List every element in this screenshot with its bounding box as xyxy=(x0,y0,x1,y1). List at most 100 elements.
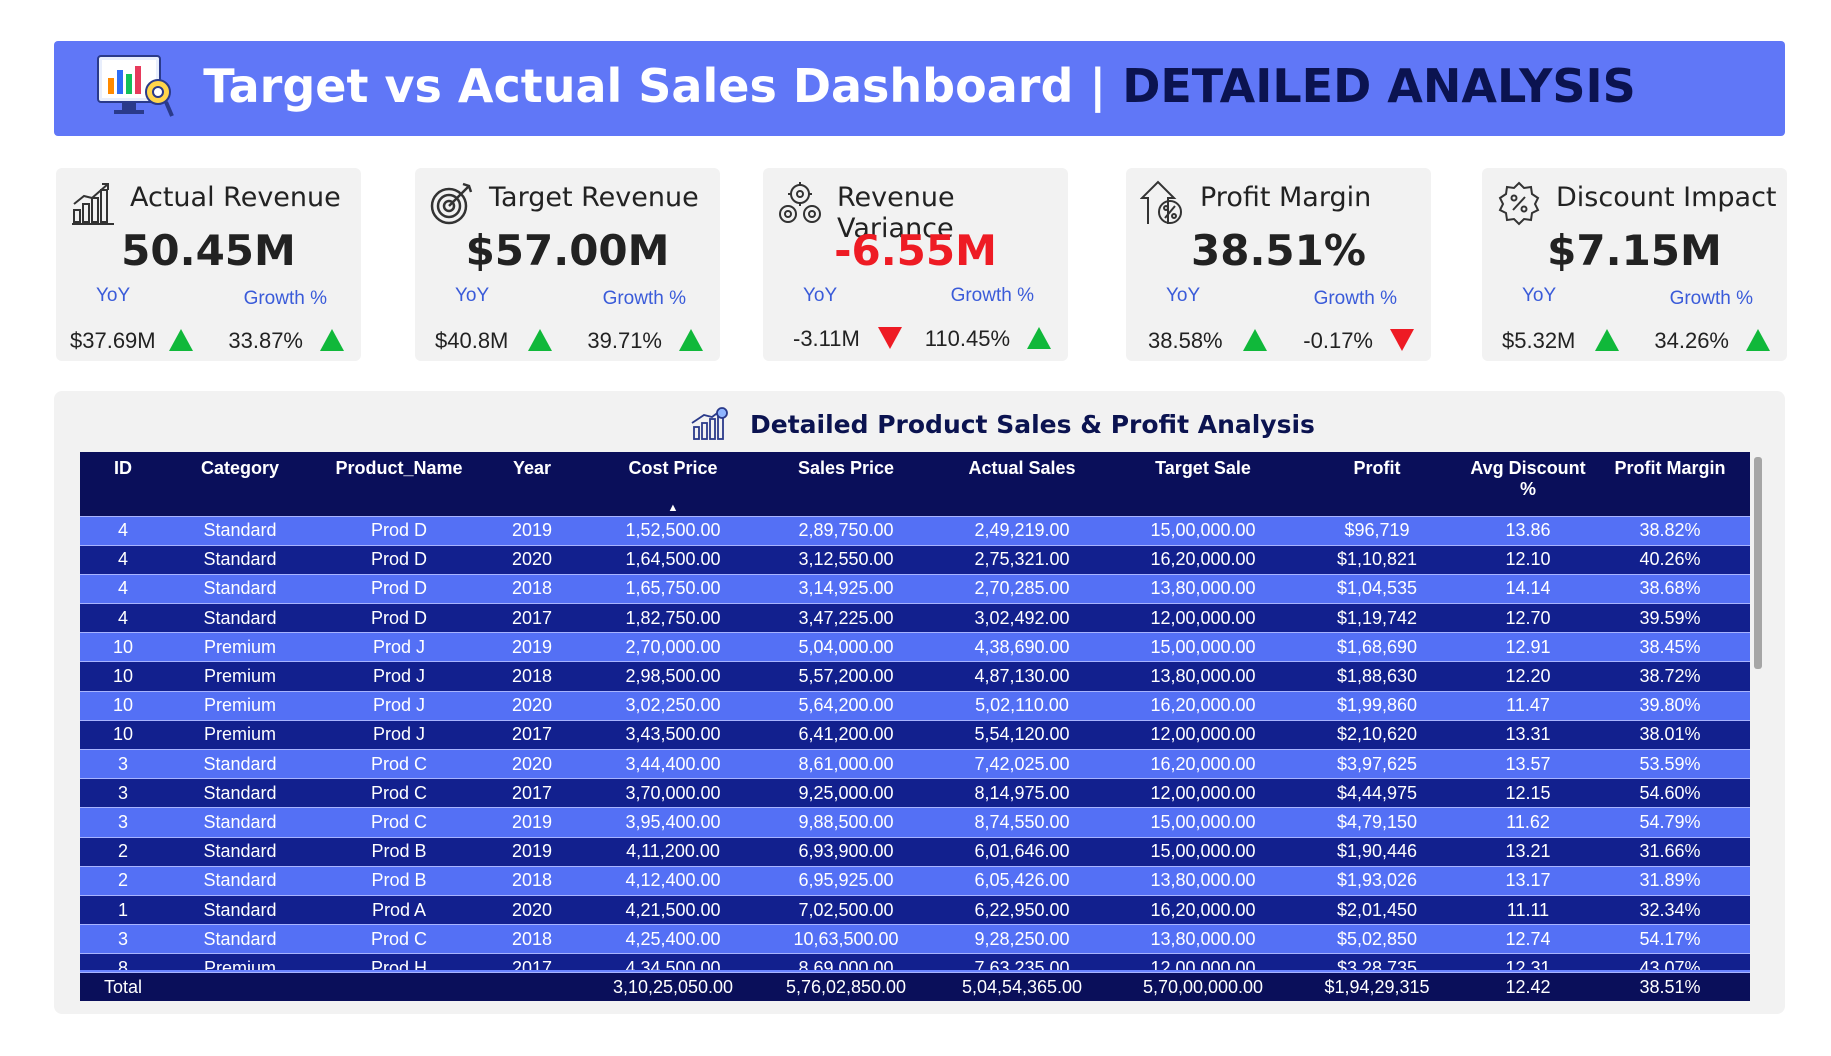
table-row[interactable]: 2 Standard Prod B 2019 4,11,200.00 6,93,900.0… xyxy=(80,836,1750,867)
kpi-card-discount-impact[interactable]: Discount Impact $7.15M YoY Growth % $5.3… xyxy=(1482,168,1787,361)
table-cell: Prod D xyxy=(314,515,484,546)
table-cell: Standard xyxy=(166,573,314,604)
column-header-label: Cost Price xyxy=(628,458,718,478)
table-cell: $1,19,742 xyxy=(1288,603,1466,633)
table-cell: 38.82% xyxy=(1590,515,1750,546)
table-row[interactable]: 4 Standard Prod D 2019 1,52,500.00 2,89,750.0… xyxy=(80,515,1750,546)
table-row[interactable]: 10 Premium Prod J 2018 2,98,500.00 5,57,200.0… xyxy=(80,661,1750,692)
kpi-card-revenue-variance[interactable]: Revenue Variance -6.55M YoY Growth % -3.… xyxy=(763,168,1068,361)
page-title: Target vs Actual Sales Dashboard | DETAI… xyxy=(54,59,1785,113)
table-row[interactable]: 10 Premium Prod J 2017 3,43,500.00 6,41,200.0… xyxy=(80,719,1750,750)
table-cell: 1 xyxy=(80,894,166,925)
table-cell: 10 xyxy=(80,719,166,750)
table-row[interactable]: 10 Premium Prod J 2020 3,02,250.00 5,64,200.0… xyxy=(80,690,1750,721)
table-cell: 2,70,000.00 xyxy=(580,632,766,662)
scrollbar-thumb[interactable] xyxy=(1754,457,1762,669)
table-cell: $1,99,860 xyxy=(1288,690,1466,721)
table-cell: Prod C xyxy=(314,778,484,808)
table-cell: Standard xyxy=(166,748,314,779)
table-cell: Standard xyxy=(166,778,314,808)
table-cell: Premium xyxy=(166,632,314,662)
column-header[interactable]: Avg Discount % xyxy=(1466,452,1590,516)
table-cell: 13,80,000.00 xyxy=(1118,924,1288,954)
column-header[interactable]: Sales Price xyxy=(766,452,926,516)
table-cell: 4,87,130.00 xyxy=(926,661,1118,692)
table-row[interactable]: 4 Standard Prod D 2018 1,65,750.00 3,14,925.0… xyxy=(80,573,1750,604)
table-cell: 13.21 xyxy=(1466,836,1590,867)
table-cell: Prod B xyxy=(314,836,484,867)
trend-up-icon xyxy=(169,329,193,351)
growth-value: 34.26% xyxy=(1654,328,1729,353)
table-row[interactable]: 3 Standard Prod C 2020 3,44,400.00 8,61,000.0… xyxy=(80,748,1750,779)
table-row[interactable]: 4 Standard Prod D 2017 1,82,750.00 3,47,225.0… xyxy=(80,603,1750,633)
column-header[interactable]: Year xyxy=(484,452,580,516)
table-cell: 3,43,500.00 xyxy=(580,719,766,750)
kpi-card-profit-margin[interactable]: Profit Margin 38.51% YoY Growth % 38.58%… xyxy=(1126,168,1431,361)
growth-label: Growth % xyxy=(602,288,686,309)
table-cell: Prod D xyxy=(314,573,484,604)
trend-up-icon xyxy=(679,329,703,351)
column-header-label: Product_Name xyxy=(335,458,463,478)
kpi-title: Target Revenue xyxy=(489,182,699,213)
yoy-label: YoY xyxy=(1522,285,1557,306)
column-header[interactable]: Category xyxy=(166,452,314,516)
table-cell: 14.14 xyxy=(1466,573,1590,604)
growth-value: 110.45% xyxy=(924,326,1010,351)
table-cell: 12.20 xyxy=(1466,661,1590,692)
column-header[interactable]: Profit Margin xyxy=(1590,452,1750,516)
table-row[interactable]: 3 Standard Prod C 2017 3,70,000.00 9,25,000.0… xyxy=(80,778,1750,808)
growth-value: 39.71% xyxy=(587,328,662,353)
table-cell: 3,47,225.00 xyxy=(766,603,926,633)
growth-label: Growth % xyxy=(1313,288,1397,309)
table-row[interactable]: 4 Standard Prod D 2020 1,64,500.00 3,12,550.0… xyxy=(80,544,1750,575)
table-cell: 8,61,000.00 xyxy=(766,748,926,779)
table-cell: 12.70 xyxy=(1466,603,1590,633)
table-cell: Standard xyxy=(166,603,314,633)
table-cell: 6,93,900.00 xyxy=(766,836,926,867)
sort-ascending-icon[interactable]: ▲ xyxy=(668,502,679,514)
table-cell: Standard xyxy=(166,924,314,954)
table-cell: $4,44,975 xyxy=(1288,778,1466,808)
column-header-label: Sales Price xyxy=(797,458,895,478)
total-cell: 5,70,00,000.00 xyxy=(1118,972,1288,1001)
table-cell: 54.60% xyxy=(1590,778,1750,808)
table-cell: 11.11 xyxy=(1466,894,1590,925)
total-cell xyxy=(166,972,314,1001)
table-cell: 15,00,000.00 xyxy=(1118,807,1288,838)
column-header[interactable]: ID xyxy=(80,452,166,516)
table-title: Detailed Product Sales & Profit Analysis xyxy=(750,410,1315,439)
table-cell: 6,05,426.00 xyxy=(926,865,1118,896)
table-row[interactable]: 1 Standard Prod A 2020 4,21,500.00 7,02,500.0… xyxy=(80,894,1750,925)
table-row[interactable]: 10 Premium Prod J 2019 2,70,000.00 5,04,000.0… xyxy=(80,632,1750,662)
table-cell: 4,12,400.00 xyxy=(580,865,766,896)
table-row[interactable]: 3 Standard Prod C 2018 4,25,400.00 10,63,500.… xyxy=(80,924,1750,954)
column-header[interactable]: Product_Name xyxy=(314,452,484,516)
table-cell: Standard xyxy=(166,515,314,546)
table-cell: Prod A xyxy=(314,894,484,925)
table-cell: 2019 xyxy=(484,515,580,546)
table-cell: 38.45% xyxy=(1590,632,1750,662)
column-header-label: ID xyxy=(114,458,132,478)
yoy-value: -3.11M xyxy=(793,326,860,351)
column-header[interactable]: Target Sale xyxy=(1118,452,1288,516)
table-cell: 4 xyxy=(80,515,166,546)
table-cell: Premium xyxy=(166,690,314,721)
table-row[interactable]: 3 Standard Prod C 2019 3,95,400.00 9,88,500.0… xyxy=(80,807,1750,838)
column-header[interactable]: Actual Sales xyxy=(926,452,1118,516)
table-cell: 2020 xyxy=(484,544,580,575)
kpi-card-actual-revenue[interactable]: Actual Revenue 50.45M YoY Growth % $37.6… xyxy=(56,168,361,361)
table-cell: $1,10,821 xyxy=(1288,544,1466,575)
kpi-card-target-revenue[interactable]: Target Revenue $57.00M YoY Growth % $40.… xyxy=(415,168,720,361)
table-cell: 2018 xyxy=(484,924,580,954)
table-row[interactable]: 2 Standard Prod B 2018 4,12,400.00 6,95,925.0… xyxy=(80,865,1750,896)
table-cell: 2019 xyxy=(484,836,580,867)
bar-chart-icon xyxy=(72,183,114,225)
column-header[interactable]: Cost Price ▲ xyxy=(580,452,766,516)
panel-header: Detailed Product Sales & Profit Analysis xyxy=(54,401,1785,441)
table-cell: 4,38,690.00 xyxy=(926,632,1118,662)
table-cell: Prod J xyxy=(314,632,484,662)
column-header[interactable]: Profit xyxy=(1288,452,1466,516)
sales-table[interactable]: ID Category Product_Name Year Cost Price ▲ Sal… xyxy=(80,452,1750,1001)
total-row: Total 3,10,25,050.00 5,76,02,850.00 5,04,54… xyxy=(80,972,1750,1001)
percent-growth-icon xyxy=(1140,180,1182,224)
